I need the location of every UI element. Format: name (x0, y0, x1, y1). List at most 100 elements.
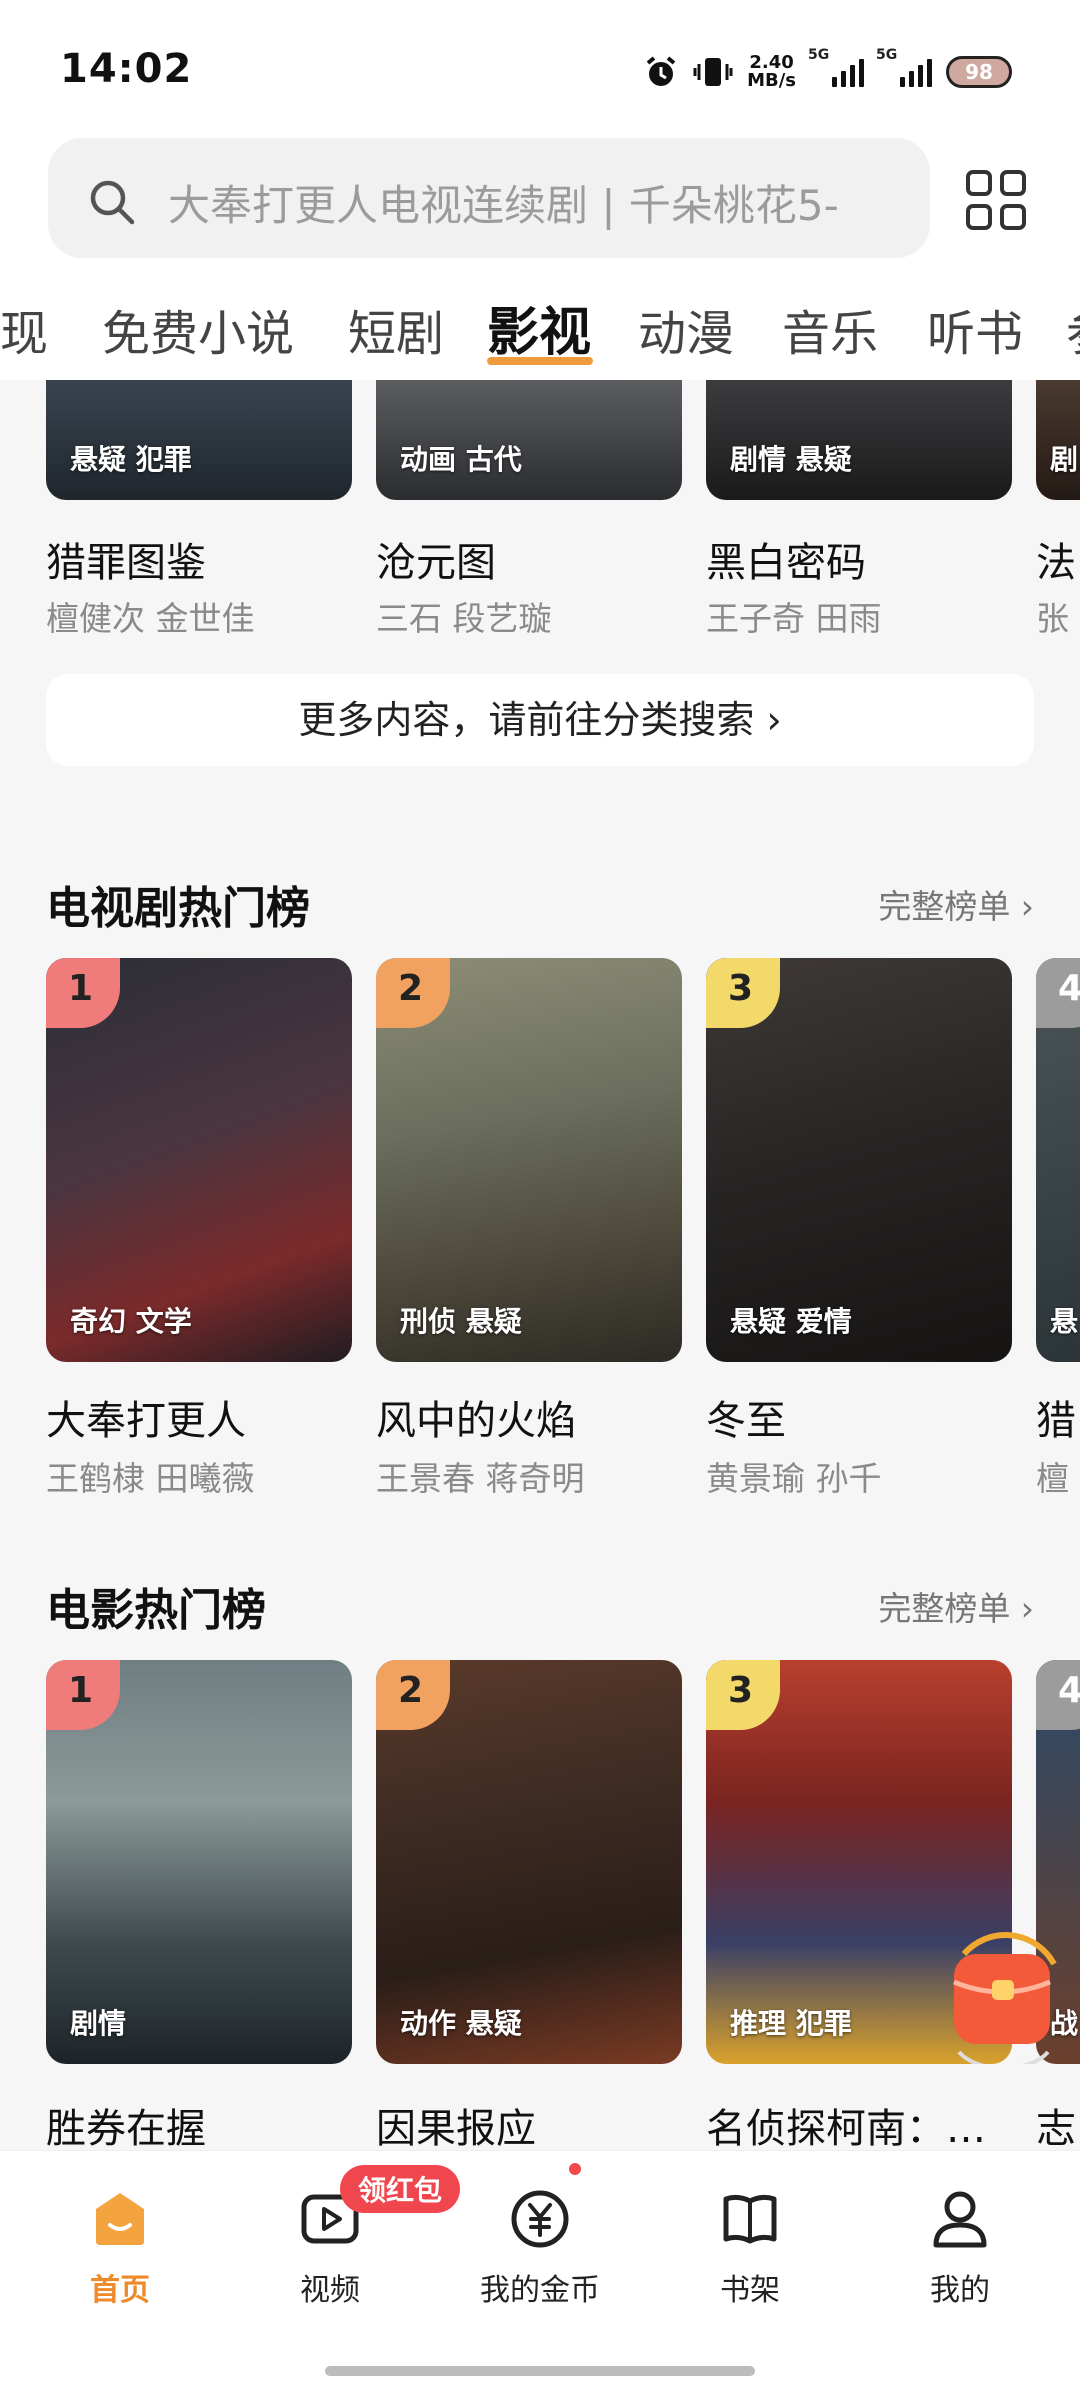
card-title[interactable]: 志 (1036, 2096, 1076, 2154)
poster-tags: 剧情 (70, 2007, 127, 2040)
rank-badge: 2 (376, 1660, 450, 1730)
card-cast: 三石 段艺璇 (376, 599, 552, 638)
card-title[interactable]: 因果报应 (376, 2096, 536, 2154)
card-title[interactable]: 猎 (1036, 1388, 1076, 1446)
card-cast: 王景春 蒋奇明 (376, 1459, 585, 1498)
movie-full-list-link[interactable]: 完整榜单 › (878, 1582, 1034, 1630)
card-cast: 王子奇 田雨 (706, 599, 882, 638)
nav-video-label: 视频 (300, 2273, 360, 2308)
red-packet-icon[interactable] (944, 1924, 1064, 2064)
poster-image[interactable]: 2 刑侦 悬疑 (376, 958, 682, 1362)
battery-icon: 98 (946, 56, 1012, 88)
nav-bookshelf-label: 书架 (720, 2273, 780, 2308)
poster-tags: 动画 古代 (400, 443, 522, 476)
poster-tags: 剧情 悬疑 (730, 443, 852, 476)
tab-audiobook[interactable]: 听书 (927, 294, 1023, 364)
sim1-label: 5G (808, 47, 830, 63)
coin-icon (511, 2190, 569, 2248)
status-bar: 14:02 2.40 MB/s 5G 5G 98 (0, 0, 1080, 130)
card-cast: 檀健次 金世佳 (46, 599, 255, 638)
nav-coins-label: 我的金币 (480, 2273, 600, 2308)
vibrate-icon (693, 58, 733, 86)
card-cast: 黄景瑜 孙千 (706, 1459, 882, 1498)
nav-profile-label: 我的 (930, 2273, 990, 2308)
card-title[interactable]: 黑白密码 (706, 530, 866, 588)
nav-bookshelf[interactable]: 书架 (660, 2167, 840, 2309)
card-title[interactable]: 冬至 (706, 1388, 786, 1446)
nav-coins[interactable]: 我的金币 (450, 2167, 630, 2309)
status-icons: 2.40 MB/s 5G 5G 98 (643, 47, 1012, 92)
signal-sim1-icon: 5G (808, 47, 864, 87)
poster-tags: 奇幻 文学 (70, 1305, 192, 1338)
category-tabs: 现 免费小说 短剧 影视 动漫 音乐 听书 参 (0, 280, 1080, 380)
poster-tags: 推理 犯罪 (730, 2007, 852, 2040)
header: 大奉打更人电视连续剧 | 千朵桃花5- 现 免费小说 短剧 影视 动漫 音乐 听… (0, 130, 1080, 380)
poster-image[interactable]: 1 剧情 (46, 1660, 352, 2064)
status-time: 14:02 (60, 46, 193, 92)
sim2-label: 5G (876, 47, 898, 63)
notification-dot (569, 2163, 581, 2175)
tv-full-list-link[interactable]: 完整榜单 › (878, 880, 1034, 928)
tab-more[interactable]: 参 (1066, 294, 1080, 364)
media-card[interactable]: 4 战 志 (1036, 1660, 1080, 2160)
user-icon (933, 2191, 987, 2248)
signal-sim2-icon: 5G (876, 47, 932, 87)
card-title[interactable]: 胜券在握 (46, 2096, 206, 2154)
card-title[interactable]: 沧元图 (376, 530, 496, 588)
app-screen: 14:02 2.40 MB/s 5G 5G 98 大奉打更人电视连续剧 | 千朵… (0, 0, 1080, 2400)
rank-badge: 1 (46, 1660, 120, 1730)
poster-image[interactable]: 4 悬 (1036, 958, 1080, 1362)
search-icon (90, 180, 135, 225)
tab-active-indicator (487, 357, 593, 365)
red-envelope-badge[interactable]: 领红包 (340, 2165, 461, 2213)
poster-image[interactable]: 3 悬疑 爱情 (706, 958, 1012, 1362)
tab-film-tv[interactable]: 影视 (487, 290, 591, 365)
rank-badge: 3 (706, 1660, 780, 1730)
alarm-icon (646, 56, 676, 86)
card-cast: 王鹤棣 田曦薇 (46, 1459, 255, 1498)
bottom-navigation: 首页 视频 领红包 我的金币 书架 我的 (0, 2150, 1080, 2400)
poster-tags: 剧 (1050, 443, 1079, 476)
rank-badge: 1 (46, 958, 120, 1028)
poster-image[interactable]: 动画 古代 (376, 380, 682, 500)
nav-home[interactable]: 首页 (30, 2167, 210, 2309)
media-card[interactable]: 剧 法 张 (1036, 380, 1080, 640)
card-title[interactable]: 风中的火焰 (376, 1388, 576, 1446)
rank-badge: 2 (376, 958, 450, 1028)
tab-short-drama[interactable]: 短剧 (348, 294, 444, 364)
poster-tags: 悬 (1050, 1305, 1079, 1338)
poster-image[interactable]: 1 奇幻 文学 (46, 958, 352, 1362)
tab-music[interactable]: 音乐 (782, 294, 878, 364)
net-speed: 2.40 MB/s (747, 54, 796, 90)
tab-free-novel[interactable]: 免费小说 (102, 294, 294, 364)
poster-tags: 悬疑 犯罪 (70, 443, 192, 476)
net-speed-unit: MB/s (747, 70, 796, 91)
movie-section-title: 电影热门榜 (46, 1585, 266, 1636)
search-placeholder[interactable]: 大奉打更人电视连续剧 | 千朵桃花5- (168, 172, 908, 233)
poster-tags: 刑侦 悬疑 (400, 1305, 522, 1338)
tab-discover[interactable]: 现 (0, 294, 48, 364)
poster-tags: 悬疑 爱情 (730, 1305, 852, 1338)
book-icon (723, 2194, 777, 2244)
poster-image[interactable]: 悬疑 犯罪 (46, 380, 352, 500)
card-title[interactable]: 猎罪图鉴 (46, 530, 206, 588)
card-title[interactable]: 法 (1036, 530, 1076, 588)
poster-image[interactable]: 剧情 悬疑 (706, 380, 1012, 500)
card-cast: 檀 (1036, 1459, 1069, 1498)
tab-anime[interactable]: 动漫 (638, 294, 734, 364)
nav-home-label: 首页 (90, 2273, 150, 2308)
media-card[interactable]: 4 悬 猎 檀 (1036, 958, 1080, 1518)
poster-image[interactable]: 剧 (1036, 380, 1080, 500)
rank-badge: 3 (706, 958, 780, 1028)
card-title[interactable]: 名侦探柯南：… (706, 2096, 986, 2154)
poster-image[interactable]: 2 动作 悬疑 (376, 1660, 682, 2064)
category-grid-icon[interactable] (966, 170, 1026, 230)
more-content-button[interactable]: 更多内容，请前往分类搜索 › (46, 674, 1034, 766)
card-title[interactable]: 大奉打更人 (46, 1388, 246, 1446)
home-indicator[interactable] (325, 2366, 755, 2376)
search-bar[interactable]: 大奉打更人电视连续剧 | 千朵桃花5- (48, 138, 930, 258)
card-cast: 张 (1036, 599, 1069, 638)
home-icon (96, 2193, 144, 2245)
nav-profile[interactable]: 我的 (870, 2167, 1050, 2309)
tv-section-title: 电视剧热门榜 (46, 883, 310, 934)
